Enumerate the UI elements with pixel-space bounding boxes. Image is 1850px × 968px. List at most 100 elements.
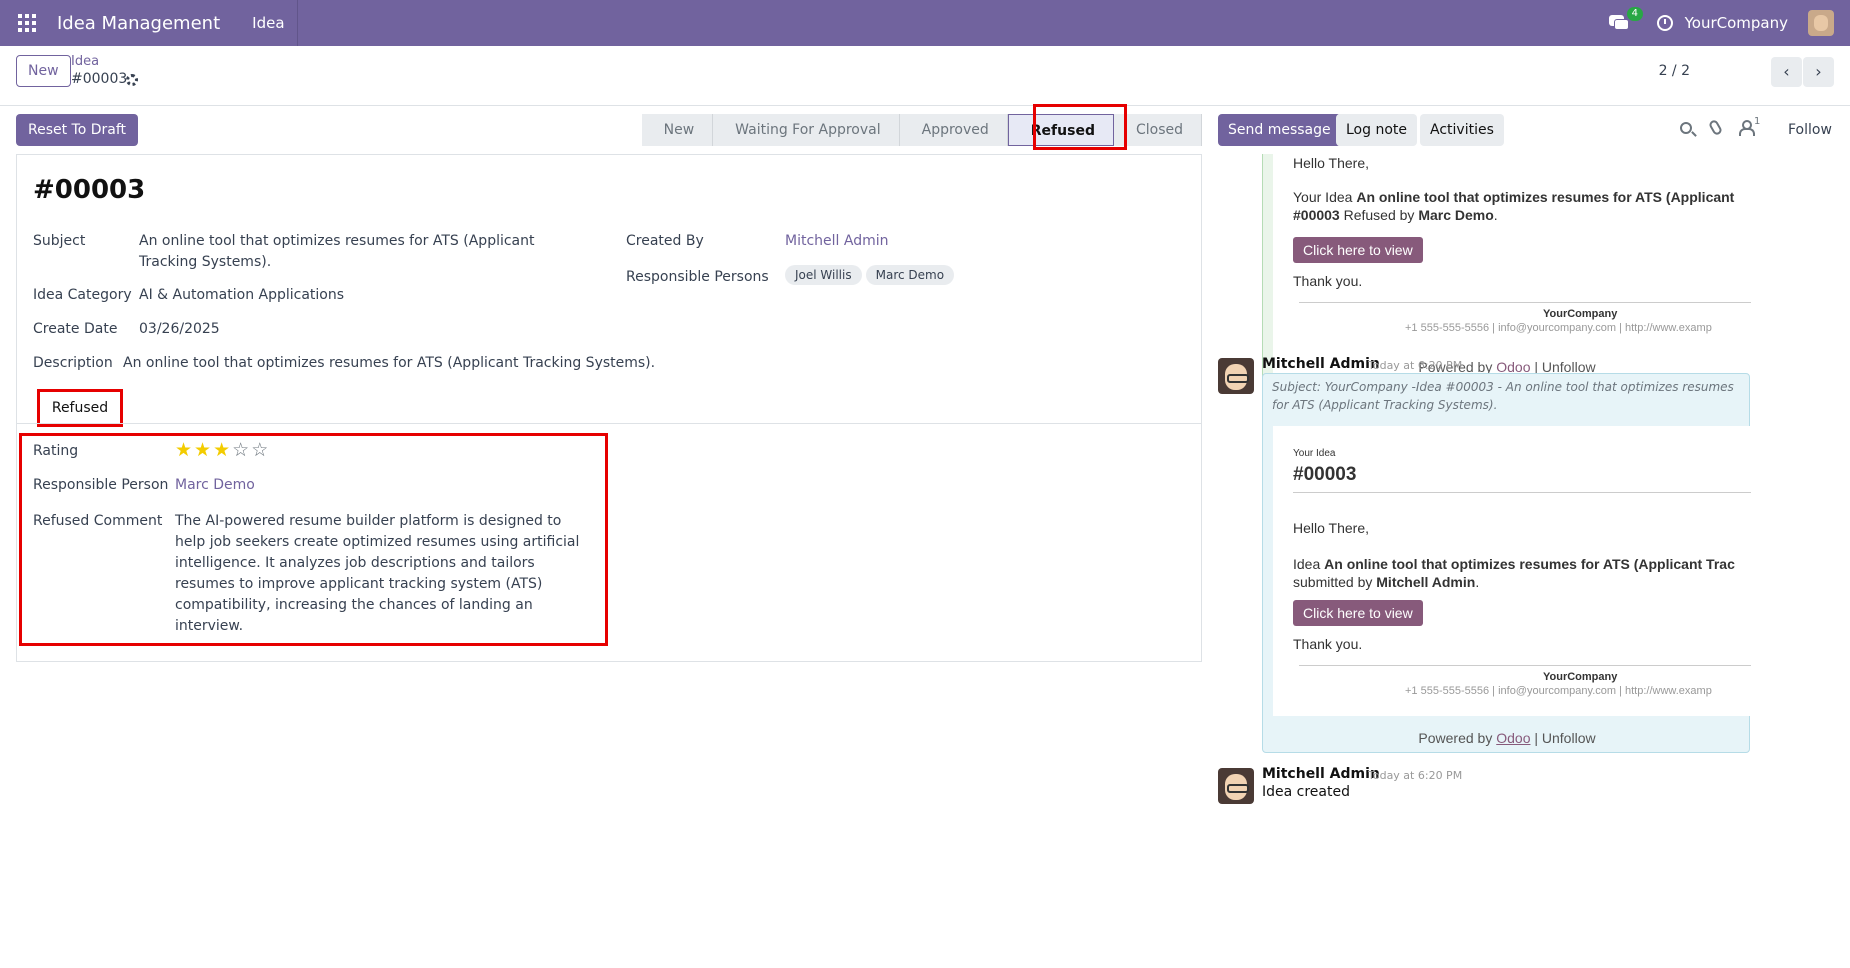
app-name[interactable]: Idea Management [57,13,220,34]
email-refuser: Marc Demo [1418,207,1494,223]
stage-pipeline: New Waiting For Approval Approved Refuse… [641,114,1202,146]
responsible-persons-label: Responsible Persons [626,269,769,285]
stage-closed[interactable]: Closed [1113,114,1202,146]
messages-count-badge: 4 [1626,7,1643,21]
email-line-1: Your Idea An online tool that optimizes … [1293,189,1734,205]
avatar[interactable] [1218,768,1254,804]
create-date-label: Create Date [33,321,118,337]
responsible-person-value[interactable]: Marc Demo [175,475,255,496]
refused-comment-label: Refused Comment [33,513,163,529]
email-line-2: submitted by Mitchell Admin. [1293,574,1479,590]
tag-joel-willis[interactable]: Joel Willis [785,265,862,285]
email-contact: +1 555-555-5556 | info@yourcompany.com |… [1405,685,1712,697]
email-divider [1299,665,1751,666]
star-icon-1[interactable]: ★ [175,439,194,461]
rating-label: Rating [33,443,79,459]
status-bar: Reset To Draft New Waiting For Approval … [0,106,1202,154]
activity-clock-icon[interactable] [1656,15,1673,31]
followers-icon[interactable] [1739,120,1755,136]
stage-new[interactable]: New [641,114,714,146]
gear-icon[interactable] [126,74,138,86]
message-date: Today at 6:20 PM [1368,359,1463,372]
email-line-2: #00003 Refused by Marc Demo. [1293,207,1498,223]
email-thanks: Thank you. [1293,273,1363,289]
send-message-button[interactable]: Send message [1218,114,1341,146]
email-line-prefix: Your Idea [1293,189,1357,205]
email-your-idea: Your Idea [1293,448,1336,459]
subject-label: Subject [33,233,86,249]
pager-value[interactable]: 2 / 2 [1659,63,1690,79]
email-body-submitted: Your Idea #00003 Hello There, Idea An on… [1273,426,1751,716]
chatter-toolbar: Send message Log note Activities 1 Follo… [1218,106,1850,154]
stage-approved[interactable]: Approved [899,114,1008,146]
email-company: YourCompany [1543,308,1618,320]
breadcrumb-current: #00003 [71,71,128,87]
log-note-button[interactable]: Log note [1336,114,1417,146]
stage-waiting-for-approval[interactable]: Waiting For Approval [713,114,900,146]
company-switcher[interactable]: YourCompany [1685,14,1788,32]
pager-previous-button[interactable]: ‹ [1771,57,1802,87]
email-refused-by: Refused by [1339,207,1419,223]
powered-prefix: Powered by [1418,730,1497,746]
message-card-submitted: Subject: YourCompany -Idea #00003 - An o… [1262,373,1751,753]
click-here-to-view-button[interactable]: Click here to view [1293,237,1423,263]
odoo-link[interactable]: Odoo [1496,730,1530,746]
follower-count: 1 [1754,116,1761,127]
form-sheet: #00003 Subject An online tool that optim… [16,154,1202,662]
created-by-value[interactable]: Mitchell Admin [785,231,889,252]
email-company: YourCompany [1543,671,1618,683]
click-here-to-view-button[interactable]: Click here to view [1293,600,1423,626]
email-body-refused: Hello There, Your Idea An online tool th… [1273,154,1751,385]
star-icon-4[interactable]: ☆ [232,439,251,461]
powered-by: Powered by Odoo | Unfollow [1263,730,1751,746]
message-author[interactable]: Mitchell Admin [1262,356,1380,372]
message-date: Today at 6:20 PM [1368,769,1463,782]
responsible-person-label: Responsible Person [33,477,169,493]
message-body: Idea created [1262,784,1350,800]
activities-button[interactable]: Activities [1420,114,1504,146]
menu-idea[interactable]: Idea [240,0,298,46]
description-value[interactable]: An online tool that optimizes resumes fo… [123,353,655,374]
star-icon-3[interactable]: ★ [213,439,232,461]
description-label: Description [33,355,113,371]
email-submitter: Mitchell Admin [1376,574,1476,590]
email-line-prefix: Idea [1293,556,1325,572]
user-avatar[interactable] [1808,10,1834,36]
responsible-persons-tags: Joel Willis Marc Demo [785,265,958,286]
messages-icon[interactable]: 4 [1608,7,1643,31]
record-title: #00003 [33,175,146,205]
apps-menu-icon[interactable] [18,14,36,32]
pager-next-button[interactable]: › [1803,57,1834,87]
email-title-divider [1293,492,1751,493]
email-divider [1299,302,1751,303]
message-subject: Subject: YourCompany -Idea #00003 - An o… [1272,380,1734,412]
tab-refused[interactable]: Refused [37,389,123,427]
email-ref-title: #00003 [1293,464,1357,485]
message-author[interactable]: Mitchell Admin [1262,766,1380,782]
new-button[interactable]: New [16,55,71,87]
unfollow-link[interactable]: | Unfollow [1530,730,1595,746]
tag-marc-demo[interactable]: Marc Demo [865,265,955,285]
rating-stars[interactable]: ★★★☆☆ [175,439,270,461]
refused-comment-value[interactable]: The AI-powered resume builder platform i… [175,511,595,637]
paperclip-icon[interactable] [1707,118,1724,137]
email-greeting: Hello There, [1293,520,1370,536]
search-icon[interactable] [1680,122,1692,134]
idea-category-value[interactable]: AI & Automation Applications [139,285,344,306]
star-icon-5[interactable]: ☆ [251,439,270,461]
create-date-value[interactable]: 03/26/2025 [139,319,220,340]
email-line-1: Idea An online tool that optimizes resum… [1293,556,1735,572]
stage-refused[interactable]: Refused [1007,114,1114,146]
control-panel: New Idea #00003 2 / 2 ‹ › [0,46,1850,106]
breadcrumb-parent[interactable]: Idea [71,54,99,69]
chatter-thread: Hello There, Your Idea An online tool th… [1218,154,1850,968]
subject-value[interactable]: An online tool that optimizes resumes fo… [139,231,579,273]
tab-divider [17,423,1201,424]
email-ref: #00003 [1293,207,1340,223]
reset-to-draft-button[interactable]: Reset To Draft [16,114,139,146]
email-submitted-by: submitted by [1293,574,1377,590]
star-icon-2[interactable]: ★ [194,439,213,461]
follow-button[interactable]: Follow [1788,122,1832,138]
avatar[interactable] [1218,358,1254,394]
idea-category-label: Idea Category [33,287,132,303]
